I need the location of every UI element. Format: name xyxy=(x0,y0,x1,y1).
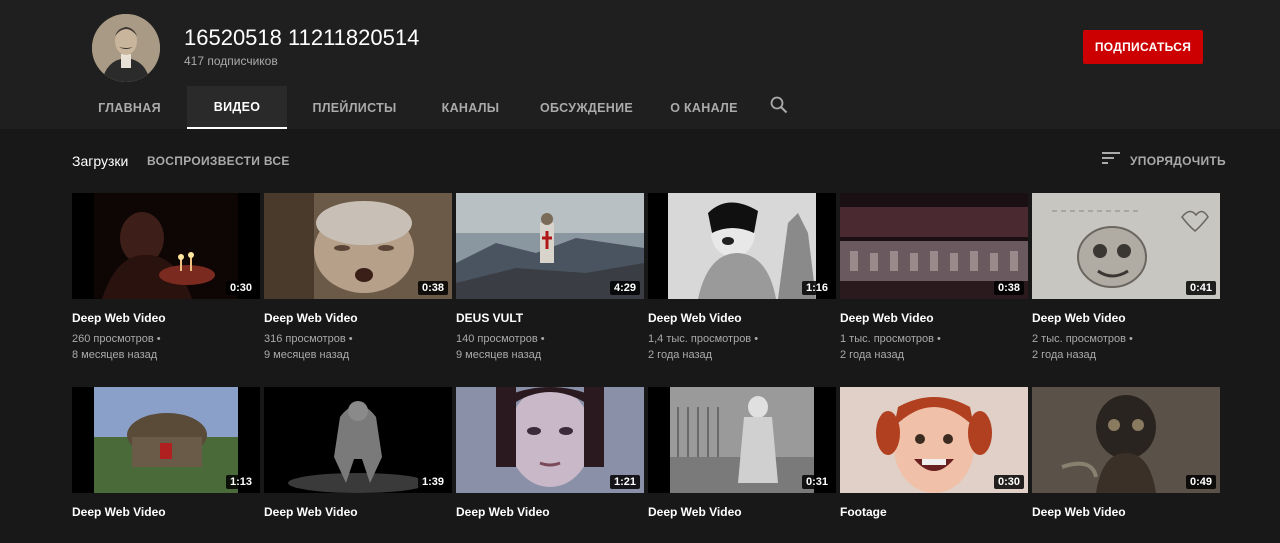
video-title[interactable]: Deep Web Video xyxy=(456,505,644,519)
video-card[interactable]: 0:38 Deep Web Video 316 просмотров • 9 м… xyxy=(264,193,452,363)
video-title[interactable]: Deep Web Video xyxy=(1032,505,1220,519)
video-card[interactable]: 0:31 Deep Web Video xyxy=(648,387,836,519)
video-row: 1:13 Deep Web Video 1:39 Deep Web Video xyxy=(72,387,1222,519)
video-thumbnail[interactable]: 0:49 xyxy=(1032,387,1220,493)
video-title[interactable]: Deep Web Video xyxy=(264,311,452,325)
video-thumbnail[interactable]: 0:41 xyxy=(1032,193,1220,299)
video-duration: 0:49 xyxy=(1185,475,1216,489)
channel-search-button[interactable] xyxy=(754,86,804,129)
video-views: 140 просмотров • xyxy=(456,333,545,345)
tab-discussion[interactable]: ОБСУЖДЕНИЕ xyxy=(519,86,654,129)
channel-tabs: ГЛАВНАЯ ВИДЕО ПЛЕЙЛИСТЫ КАНАЛЫ ОБСУЖДЕНИ… xyxy=(72,86,804,129)
subscribe-button[interactable]: ПОДПИСАТЬСЯ xyxy=(1083,30,1203,64)
video-duration: 4:29 xyxy=(609,281,640,295)
video-title[interactable]: Deep Web Video xyxy=(648,311,836,325)
video-thumbnail[interactable]: 0:30 xyxy=(72,193,260,299)
video-meta: 316 просмотров • 9 месяцев назад xyxy=(264,331,452,363)
video-views: 260 просмотров • xyxy=(72,333,161,345)
shelf-title: Загрузки xyxy=(72,153,129,169)
video-views: 1,4 тыс. просмотров • xyxy=(648,333,759,345)
video-duration: 0:41 xyxy=(1185,281,1216,295)
video-thumbnail[interactable]: 4:29 xyxy=(456,193,644,299)
video-duration: 0:31 xyxy=(801,475,832,489)
video-thumbnail[interactable]: 0:38 xyxy=(840,193,1028,299)
video-card[interactable]: 0:30 Deep Web Video 260 просмотров • 8 м… xyxy=(72,193,260,363)
play-all-button[interactable]: ВОСПРОИЗВЕСТИ ВСЕ xyxy=(147,154,290,168)
video-age: 2 года назад xyxy=(1032,349,1097,361)
channel-header: 16520518 11211820514 417 подписчиков ПОД… xyxy=(0,0,1280,129)
video-thumbnail[interactable]: 1:21 xyxy=(456,387,644,493)
video-row: 0:30 Deep Web Video 260 просмотров • 8 м… xyxy=(72,193,1222,363)
video-grid: 0:30 Deep Web Video 260 просмотров • 8 м… xyxy=(72,193,1222,543)
video-card[interactable]: 4:29 DEUS VULT 140 просмотров • 9 месяце… xyxy=(456,193,644,363)
channel-name: 16520518 11211820514 xyxy=(184,25,420,50)
video-title[interactable]: Deep Web Video xyxy=(1032,311,1220,325)
video-card[interactable]: 1:21 Deep Web Video xyxy=(456,387,644,519)
video-duration: 1:21 xyxy=(609,475,640,489)
video-views: 316 просмотров • xyxy=(264,333,353,345)
subscriber-count: 417 подписчиков xyxy=(184,54,278,68)
search-icon xyxy=(770,96,788,119)
video-meta: 2 тыс. просмотров • 2 года назад xyxy=(1032,331,1220,363)
video-age: 9 месяцев назад xyxy=(456,349,542,361)
video-card[interactable]: 0:30 Footage xyxy=(840,387,1028,519)
video-meta: 260 просмотров • 8 месяцев назад xyxy=(72,331,260,363)
video-title[interactable]: Footage xyxy=(840,505,1028,519)
video-meta: 140 просмотров • 9 месяцев назад xyxy=(456,331,644,363)
video-title[interactable]: Deep Web Video xyxy=(72,505,260,519)
tab-videos[interactable]: ВИДЕО xyxy=(187,86,287,129)
video-views: 2 тыс. просмотров • xyxy=(1032,333,1133,345)
sort-icon xyxy=(1102,151,1120,170)
video-duration: 1:13 xyxy=(225,475,256,489)
video-thumbnail[interactable]: 0:31 xyxy=(648,387,836,493)
video-thumbnail[interactable]: 1:39 xyxy=(264,387,452,493)
video-card[interactable]: 0:49 Deep Web Video xyxy=(1032,387,1220,519)
video-meta: 1,4 тыс. просмотров • 2 года назад xyxy=(648,331,836,363)
sort-label: УПОРЯДОЧИТЬ xyxy=(1130,153,1226,168)
channel-avatar[interactable] xyxy=(92,14,160,82)
video-age: 2 года назад xyxy=(648,349,713,361)
video-title[interactable]: Deep Web Video xyxy=(72,311,260,325)
video-title[interactable]: Deep Web Video xyxy=(840,311,1028,325)
video-meta: 1 тыс. просмотров • 2 года назад xyxy=(840,331,1028,363)
video-card[interactable]: 1:16 Deep Web Video 1,4 тыс. просмотров … xyxy=(648,193,836,363)
video-duration: 0:30 xyxy=(993,475,1024,489)
video-thumbnail[interactable]: 0:38 xyxy=(264,193,452,299)
tab-channels[interactable]: КАНАЛЫ xyxy=(422,86,519,129)
video-views: 1 тыс. просмотров • xyxy=(840,333,941,345)
video-duration: 0:30 xyxy=(225,281,256,295)
video-card[interactable]: 0:38 Deep Web Video 1 тыс. просмотров • … xyxy=(840,193,1028,363)
video-age: 2 года назад xyxy=(840,349,905,361)
video-duration: 0:38 xyxy=(993,281,1024,295)
tab-playlists[interactable]: ПЛЕЙЛИСТЫ xyxy=(287,86,422,129)
video-card[interactable]: 1:39 Deep Web Video xyxy=(264,387,452,519)
video-thumbnail[interactable]: 1:16 xyxy=(648,193,836,299)
tab-home[interactable]: ГЛАВНАЯ xyxy=(72,86,187,129)
video-card[interactable]: 1:13 Deep Web Video xyxy=(72,387,260,519)
video-card[interactable]: 0:41 Deep Web Video 2 тыс. просмотров • … xyxy=(1032,193,1220,363)
video-age: 9 месяцев назад xyxy=(264,349,350,361)
sort-button[interactable]: УПОРЯДОЧИТЬ xyxy=(1102,151,1226,170)
tab-about[interactable]: О КАНАЛЕ xyxy=(654,86,754,129)
video-duration: 1:39 xyxy=(417,475,448,489)
video-age: 8 месяцев назад xyxy=(72,349,158,361)
video-thumbnail[interactable]: 0:30 xyxy=(840,387,1028,493)
video-thumbnail[interactable]: 1:13 xyxy=(72,387,260,493)
video-title[interactable]: DEUS VULT xyxy=(456,311,644,325)
video-title[interactable]: Deep Web Video xyxy=(648,505,836,519)
video-duration: 0:38 xyxy=(417,281,448,295)
video-title[interactable]: Deep Web Video xyxy=(264,505,452,519)
video-duration: 1:16 xyxy=(801,281,832,295)
